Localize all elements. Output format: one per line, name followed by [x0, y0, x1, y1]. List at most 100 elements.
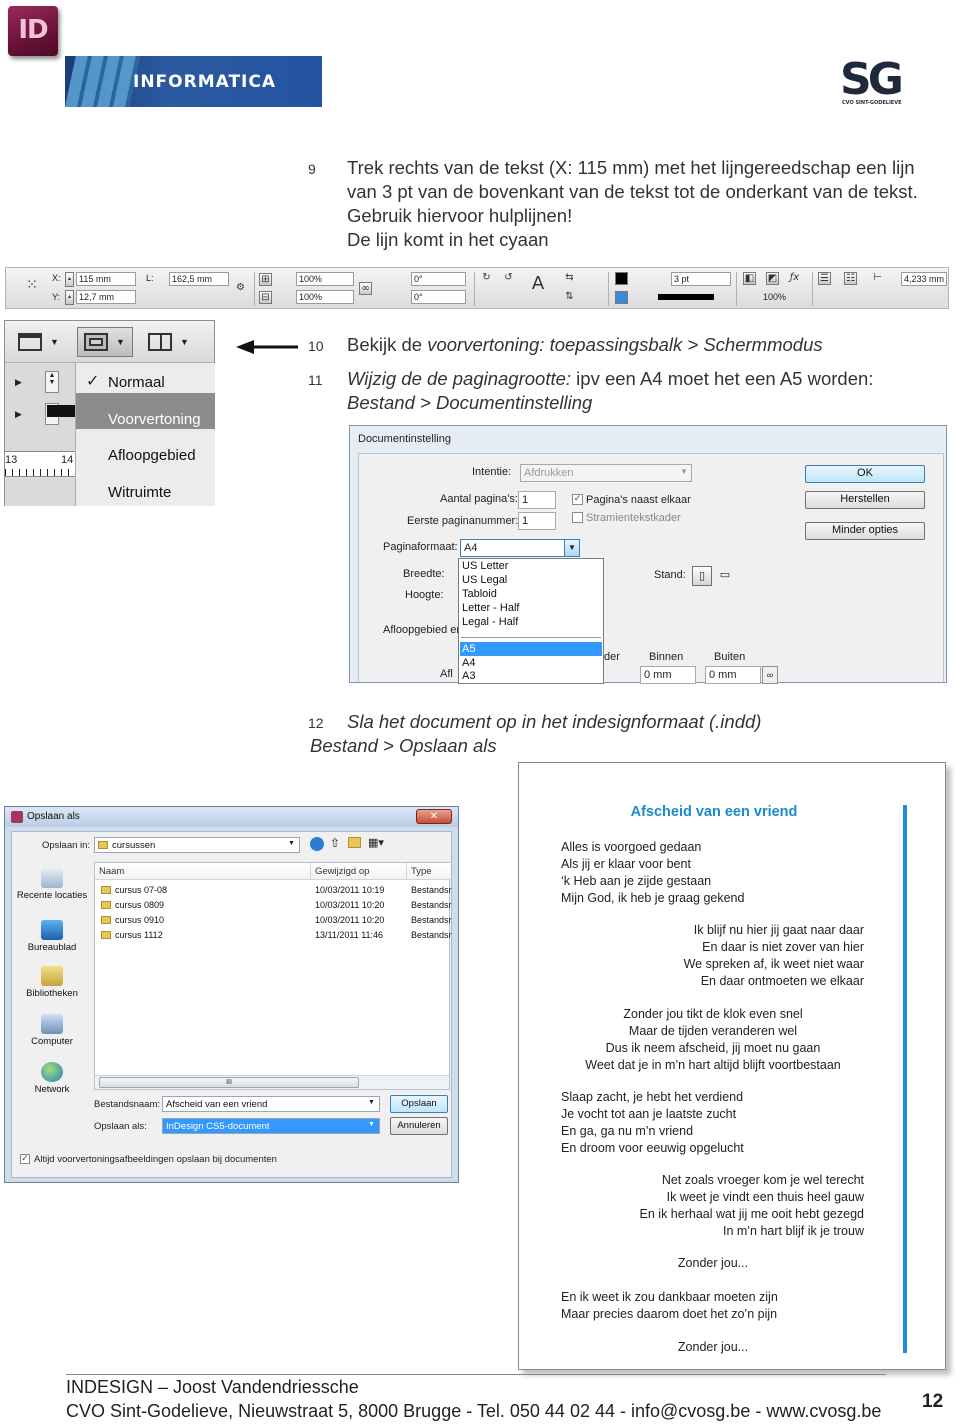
file-date: 10/03/2011 10:20 [315, 900, 385, 910]
file-row-name[interactable]: cursus 07-08 [101, 885, 167, 895]
flip-vertical-icon[interactable]: ⇅ [563, 291, 576, 304]
pages-field[interactable]: 1 [518, 491, 556, 509]
close-button[interactable]: ✕ [416, 809, 452, 824]
drop-shadow-icon[interactable]: ◩ [766, 272, 779, 285]
new-folder-icon[interactable] [348, 837, 361, 848]
menu-item-witruimte[interactable]: Witruimte [108, 484, 171, 501]
rotate-ccw-icon[interactable]: ↺ [502, 272, 515, 285]
l-field[interactable]: 162,5 mm [169, 272, 229, 286]
chevron-down-icon: ▼ [116, 337, 125, 347]
landscape-icon[interactable]: ▭ [715, 566, 735, 586]
portrait-icon[interactable]: ▯ [692, 566, 712, 586]
footer-address: CVO Sint-Godelieve, Nieuwstraat 5, 8000 … [66, 1401, 882, 1421]
inside-label: Binnen [649, 651, 684, 663]
inside-field[interactable]: 0 mm [640, 666, 696, 684]
x-field[interactable]: 115 mm [76, 272, 136, 286]
menu-item-normaal[interactable]: Normaal [108, 374, 165, 391]
arrange-documents-button[interactable]: ▼ [143, 327, 199, 357]
text-frame-icon[interactable]: A [528, 275, 548, 300]
chain-icon[interactable]: ∞ [359, 282, 372, 295]
scale-y-icon: ⊟ [259, 291, 272, 304]
flip-horizontal-icon[interactable]: ⇆ [563, 272, 576, 285]
page-size-option[interactable]: US Legal [462, 574, 507, 586]
step-9-line: van 3 pt van de bovenkant van de tekst t… [347, 181, 918, 202]
filename-field[interactable]: Afscheid van een vriend [162, 1096, 380, 1112]
poem-refrain: Zonder jou... [677, 1340, 749, 1354]
school-logo: SG CVO SINT-GODELIEVE [838, 54, 912, 108]
poem-line: Zonder jou tikt de klok even snel [623, 1007, 803, 1021]
view-menu-icon[interactable]: ▦▾ [368, 836, 384, 849]
back-icon[interactable] [310, 837, 324, 851]
reference-point-icon[interactable]: ⁙ [23, 278, 41, 298]
arrow-right-icon: ▶ [15, 377, 22, 387]
column-header-date[interactable]: Gewijzigd op [311, 863, 407, 880]
place-desktop[interactable]: Bureaublad [12, 920, 92, 953]
scale-x-field[interactable]: 100% [296, 272, 354, 286]
save-as-type-select[interactable]: InDesign CS5-document [162, 1118, 380, 1134]
horizontal-scrollbar[interactable]: III [95, 1075, 449, 1089]
column-header-type[interactable]: Type [407, 863, 451, 880]
rotate-cw-icon[interactable]: ↻ [480, 272, 493, 285]
intent-select[interactable]: Afdrukken [520, 464, 692, 482]
page-size-option[interactable]: A3 [462, 670, 475, 682]
up-folder-icon[interactable]: ⇧ [330, 836, 340, 850]
outside-field[interactable]: 0 mm [705, 666, 761, 684]
stepper-icon[interactable]: ▲▼ [45, 371, 59, 393]
menu-item-voorvertoning[interactable]: Voorvertoning [108, 411, 201, 428]
poem-refrain: Zonder jou... [677, 1256, 749, 1270]
facing-pages-checkbox[interactable]: ✓ [572, 494, 583, 505]
x-stepper-icon[interactable]: ▴ [65, 272, 74, 287]
save-button[interactable]: Opslaan [390, 1095, 448, 1113]
start-page-field[interactable]: 1 [518, 512, 556, 530]
file-row-name[interactable]: cursus 0809 [101, 900, 164, 910]
ok-button[interactable]: OK [805, 465, 925, 483]
cancel-button[interactable]: Annuleren [390, 1117, 448, 1135]
chain-link-icon[interactable]: ∞ [762, 666, 778, 684]
column-header-name[interactable]: Naam [95, 863, 311, 880]
place-network[interactable]: Network [12, 1062, 92, 1095]
view-options-button[interactable]: ▼ [13, 327, 69, 357]
scroll-thumb[interactable]: III [99, 1077, 359, 1088]
page-size-option-selected[interactable]: A5 [462, 643, 475, 655]
fewer-options-button[interactable]: Minder opties [805, 522, 925, 540]
menu-item-afloopgebied[interactable]: Afloopgebied [108, 447, 196, 464]
page-size-option[interactable]: Letter - Half [462, 602, 519, 614]
chevron-down-icon[interactable]: ▼ [564, 540, 579, 556]
y-field[interactable]: 12,7 mm [76, 290, 136, 304]
place-libraries[interactable]: Bibliotheken [12, 966, 92, 999]
file-row-name[interactable]: cursus 0910 [101, 915, 164, 925]
measure-icon[interactable]: ⊢ [871, 272, 884, 285]
l-label: L: [146, 273, 154, 283]
effects-icon[interactable]: ◧ [743, 272, 756, 285]
place-computer[interactable]: Computer [12, 1014, 92, 1047]
reset-button[interactable]: Herstellen [805, 491, 925, 509]
dialog-body: Opslaan in: cursussen ▼ ⇧ ▦▾ Recente loc… [11, 831, 452, 1178]
shear-field[interactable]: 0° [411, 290, 466, 304]
constrain-icon[interactable]: ⚙ [234, 282, 247, 295]
fill-swatch-icon[interactable] [615, 272, 628, 285]
fx-icon[interactable]: ƒx [788, 272, 801, 285]
stroke-swatch-icon[interactable] [615, 291, 628, 304]
text-wrap-icon[interactable]: ☰ [818, 272, 831, 285]
opacity-value[interactable]: 100% [763, 292, 786, 302]
save-in-select[interactable]: cursussen [94, 837, 300, 853]
rotation-field[interactable]: 0° [411, 272, 466, 286]
step-number: 12 [308, 715, 324, 731]
save-thumbnails-checkbox[interactable]: ✓ [20, 1154, 30, 1164]
screen-mode-button[interactable]: ▼ [77, 327, 133, 357]
page-size-option[interactable]: A4 [462, 657, 475, 669]
offset-field[interactable]: 4,233 mm [901, 272, 947, 286]
step-10-prefix: Bekijk de [347, 334, 428, 355]
page-size-option[interactable]: Legal - Half [462, 616, 518, 628]
file-row-name[interactable]: cursus 1112 [101, 930, 163, 940]
scale-y-field[interactable]: 100% [296, 290, 354, 304]
stroke-type-swatch[interactable] [658, 294, 714, 300]
stroke-weight-field[interactable]: 3 pt [671, 272, 731, 286]
master-text-frame-checkbox[interactable] [572, 512, 583, 523]
page-size-option[interactable]: Tabloid [462, 588, 497, 600]
page-size-option[interactable]: US Letter [462, 560, 508, 572]
align-icon[interactable]: ☷ [844, 272, 857, 285]
page-size-select[interactable]: A4 [460, 539, 580, 557]
y-stepper-icon[interactable]: ▴ [65, 290, 74, 305]
place-recent[interactable]: Recente locaties [12, 868, 92, 901]
